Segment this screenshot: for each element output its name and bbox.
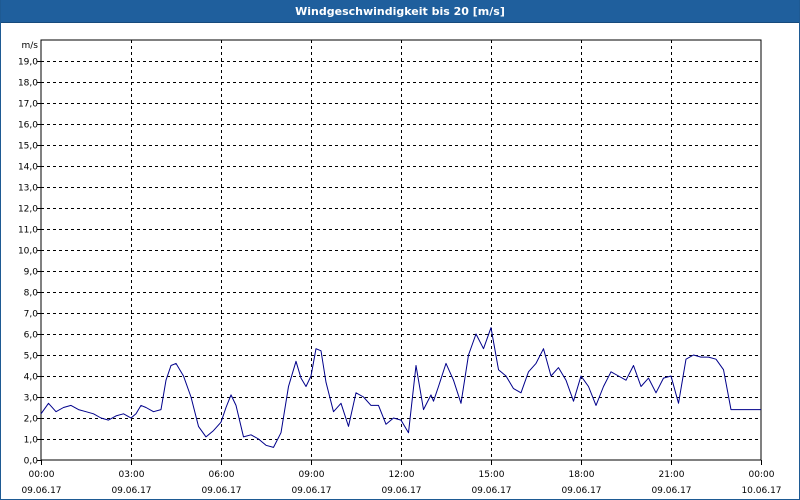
x-tick-date-label: 09.06.17	[471, 486, 511, 496]
x-tick-date-label: 09.06.17	[291, 486, 331, 496]
wind-speed-chart: 0,0 1,0 2,0 3,0 4,0 5,0 6,0 7,0 8,0 9,0 10,0 11,0 12…	[18, 39, 782, 496]
y-tick-label: 15,0	[18, 142, 38, 152]
y-tick-label: 8,0	[24, 289, 39, 299]
x-tick-time-label: 15:00	[479, 470, 505, 480]
y-tick-label: 13,0	[18, 184, 38, 194]
y-tick-label: 12,0	[18, 205, 38, 215]
chart-window: Windgeschwindigkeit bis 20 [m/s] 0,0 1,0 2…	[0, 0, 800, 500]
y-tick-label: 4,0	[24, 373, 39, 383]
x-tick-time-label: 09:00	[299, 470, 325, 480]
y-tick-label: 7,0	[24, 310, 39, 320]
x-tick-time-label: 06:00	[209, 470, 235, 480]
y-tick-label: 10,0	[18, 247, 38, 257]
y-tick-label: 1,0	[24, 436, 39, 446]
x-tick-date-label: 09.06.17	[381, 486, 421, 496]
y-tick-label: 5,0	[24, 352, 39, 362]
x-tick-date-label: 10.06.17	[741, 486, 781, 496]
x-tick-date-label: 09.06.17	[201, 486, 241, 496]
x-tick-date-label: 09.06.17	[111, 486, 151, 496]
y-tick-label: 3,0	[24, 394, 39, 404]
x-tick-date-label: 09.06.17	[21, 486, 61, 496]
y-tick-label: 11,0	[18, 226, 38, 236]
x-tick-time-label: 00:00	[749, 470, 775, 480]
series-line-0	[40, 327, 761, 448]
x-tick-time-label: 18:00	[569, 470, 595, 480]
y-tick-label: 14,0	[18, 163, 38, 173]
x-tick-time-label: 03:00	[119, 470, 145, 480]
y-tick-label: 18,0	[18, 79, 38, 89]
y-tick-label: 9,0	[24, 268, 39, 278]
y-tick-label: 17,0	[18, 100, 38, 110]
y-tick-label: 19,0	[18, 58, 38, 68]
y-tick-label: 6,0	[24, 331, 39, 341]
x-tick-time-label: 12:00	[389, 470, 415, 480]
y-axis-label: m/s	[22, 41, 39, 51]
x-tick-time-label: 21:00	[659, 470, 685, 480]
y-tick-label: 16,0	[18, 121, 38, 131]
y-tick-label: 2,0	[24, 415, 39, 425]
x-tick-date-label: 09.06.17	[651, 486, 691, 496]
y-tick-label: 0,0	[24, 457, 39, 467]
x-tick-date-label: 09.06.17	[561, 486, 601, 496]
x-tick-time-label: 00:00	[29, 470, 55, 480]
